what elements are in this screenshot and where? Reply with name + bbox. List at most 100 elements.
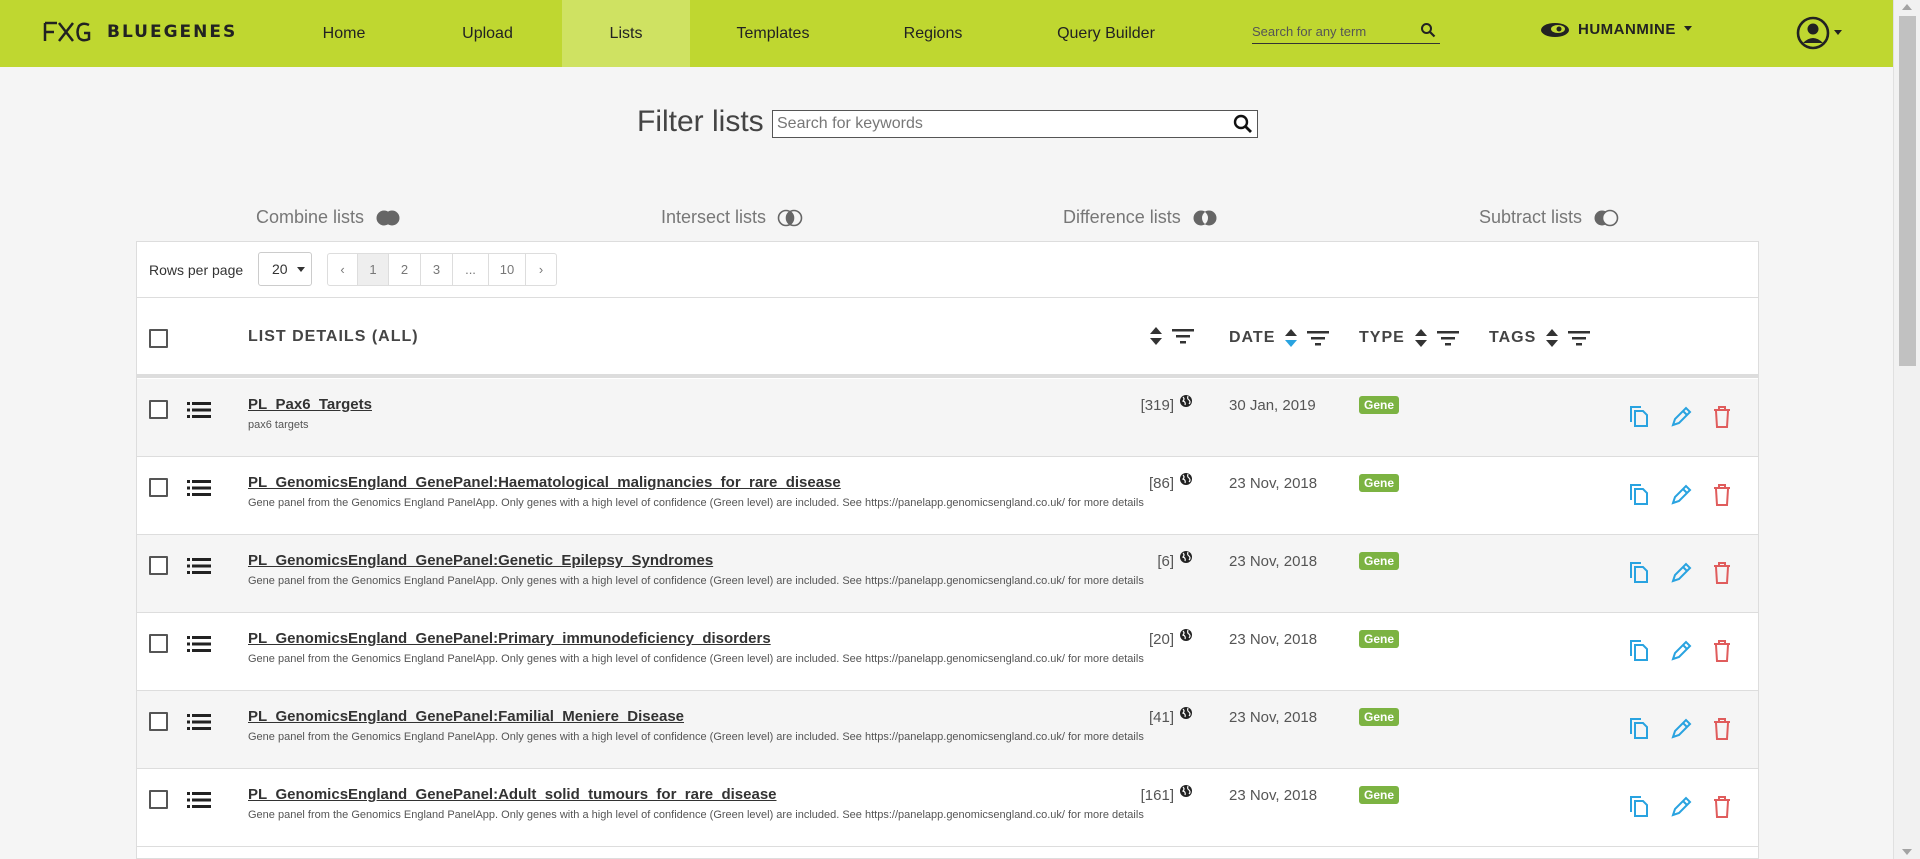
type-badge: Gene [1359,630,1400,648]
caret-down-icon [1683,26,1692,31]
list-title[interactable]: PL_GenomicsEngland_GenePanel:Haematologi… [248,474,841,491]
list-date: 23 Nov, 2018 [1229,709,1318,726]
list-description: Gene panel from the Genomics England Pan… [248,653,1144,665]
globe-icon [1180,551,1192,563]
filter-search-input[interactable] [773,111,1213,137]
filter-icon[interactable] [1568,330,1591,346]
fxg-logo-icon [43,21,91,42]
list-date: 23 Nov, 2018 [1229,787,1318,804]
delete-trash-icon[interactable] [1713,640,1731,662]
user-menu[interactable] [1796,16,1842,50]
nav-regions[interactable]: Regions [868,0,998,67]
list-icon[interactable] [187,480,211,496]
row-checkbox[interactable] [149,478,168,497]
page-prev[interactable]: ‹ [328,254,358,285]
sort-icon[interactable] [1414,328,1428,348]
delete-trash-icon[interactable] [1713,718,1731,740]
sort-icon[interactable] [1149,326,1163,346]
filter-icon[interactable] [1436,330,1459,346]
search-icon[interactable] [1233,114,1253,134]
intersect-lists-button[interactable]: Intersect lists [661,207,804,228]
difference-venn-icon [1193,210,1217,225]
header-list-details: LIST DETAILS (ALL) [248,328,419,346]
copy-icon[interactable] [1629,718,1649,740]
list-icon[interactable] [187,792,211,808]
row-checkbox[interactable] [149,400,168,419]
page-2[interactable]: 2 [389,254,421,285]
edit-pencil-icon[interactable] [1670,406,1692,428]
delete-trash-icon[interactable] [1713,796,1731,818]
delete-trash-icon[interactable] [1713,562,1731,584]
search-icon[interactable] [1420,22,1436,38]
type-badge: Gene [1359,552,1400,570]
list-title[interactable]: PL_GenomicsEngland_GenePanel:Primary_imm… [248,630,771,647]
list-date: 23 Nov, 2018 [1229,553,1318,570]
nav-templates[interactable]: Templates [714,0,832,67]
header-type: TYPE [1359,328,1459,348]
list-count: [6] [1157,553,1174,570]
difference-lists-button[interactable]: Difference lists [1063,207,1219,228]
globe-icon [1180,629,1192,641]
list-title[interactable]: PL_GenomicsEngland_GenePanel:Genetic_Epi… [248,552,713,569]
mine-selector[interactable]: HUMANMINE [1538,20,1692,38]
copy-icon[interactable] [1629,562,1649,584]
copy-icon[interactable] [1629,640,1649,662]
sort-icon[interactable] [1284,328,1298,348]
row-checkbox[interactable] [149,790,168,809]
nav-home[interactable]: Home [294,0,394,67]
edit-pencil-icon[interactable] [1670,484,1692,506]
row-checkbox[interactable] [149,556,168,575]
list-icon[interactable] [187,714,211,730]
list-title[interactable]: PL_GenomicsEngland_GenePanel:Familial_Me… [248,708,684,725]
nav-upload[interactable]: Upload [437,0,538,67]
subtract-lists-button[interactable]: Subtract lists [1479,207,1620,228]
nav-query-builder[interactable]: Query Builder [1040,0,1172,67]
page-scrollbar[interactable] [1893,0,1920,859]
header-tags-label: TAGS [1489,329,1537,346]
rows-per-page-select[interactable]: 20 [258,252,312,286]
edit-pencil-icon[interactable] [1670,796,1692,818]
list-icon[interactable] [187,558,211,574]
page-next[interactable]: › [526,254,556,285]
copy-icon[interactable] [1629,406,1649,428]
scroll-up-arrow[interactable] [1902,4,1912,10]
nav-lists[interactable]: Lists [562,0,690,67]
difference-lists-label: Difference lists [1063,207,1181,227]
scroll-thumb[interactable] [1899,16,1916,366]
list-icon[interactable] [187,636,211,652]
sort-icon[interactable] [1545,328,1559,348]
edit-pencil-icon[interactable] [1670,718,1692,740]
delete-trash-icon[interactable] [1713,406,1731,428]
filter-title: Filter lists [637,105,764,138]
type-badge: Gene [1359,708,1400,726]
list-title[interactable]: PL_GenomicsEngland_GenePanel:Adult_solid… [248,786,777,803]
intersect-venn-icon [777,209,803,226]
filter-icon[interactable] [1172,328,1194,344]
delete-trash-icon[interactable] [1713,484,1731,506]
copy-icon[interactable] [1629,796,1649,818]
scroll-down-arrow[interactable] [1902,849,1912,855]
filter-icon[interactable] [1307,330,1330,346]
list-icon[interactable] [187,402,211,418]
type-badge: Gene [1359,396,1400,414]
filter-search [772,110,1258,138]
global-search [1252,20,1440,44]
edit-pencil-icon[interactable] [1670,640,1692,662]
page-3[interactable]: 3 [421,254,453,285]
mine-name: HUMANMINE [1578,20,1676,38]
table-header: LIST DETAILS (ALL) DATE TYPE TAGS [137,299,1758,378]
copy-icon[interactable] [1629,484,1649,506]
brand[interactable]: BLUEGENES [43,20,237,44]
combine-lists-button[interactable]: Combine lists [256,207,402,228]
row-checkbox[interactable] [149,634,168,653]
row-checkbox[interactable] [149,712,168,731]
list-title[interactable]: PL_Pax6_Targets [248,396,372,413]
page-1[interactable]: 1 [358,254,389,285]
select-all-checkbox[interactable] [149,329,168,348]
subtract-lists-label: Subtract lists [1479,207,1583,227]
list-description: Gene panel from the Genomics England Pan… [248,575,1144,587]
edit-pencil-icon[interactable] [1670,562,1692,584]
global-search-input[interactable] [1252,24,1412,39]
page-10[interactable]: 10 [489,254,526,285]
combine-lists-label: Combine lists [256,207,365,227]
